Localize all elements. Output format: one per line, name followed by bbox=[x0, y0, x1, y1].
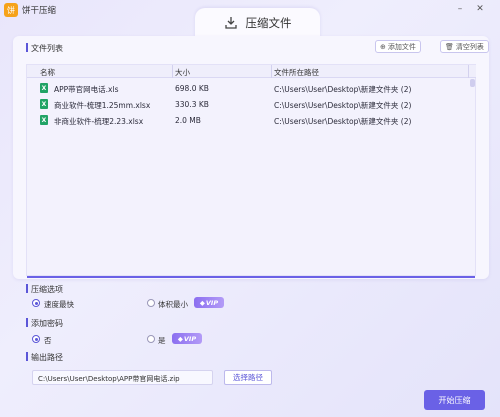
compress-options-label: 压缩选项 bbox=[31, 285, 63, 294]
file-name: 非商业软件-梳理2.23.xlsx bbox=[54, 117, 144, 126]
choose-path-button[interactable]: 选择路径 bbox=[224, 370, 272, 385]
file-size: 2.0 MB bbox=[175, 116, 201, 125]
table-header: 名称 大小 文件所在路径 bbox=[27, 65, 476, 78]
table-row[interactable]: X 商业软件-梳理1.25mm.xlsx 330.3 KB C:\Users\U… bbox=[27, 96, 476, 112]
add-file-label: 添加文件 bbox=[387, 42, 416, 51]
file-path: C:\Users\User\Desktop\新建文件夹 (2) bbox=[274, 101, 412, 110]
password-label: 添加密码 bbox=[31, 319, 63, 328]
app-title: 饼干压缩 bbox=[22, 6, 57, 16]
speed-fastest-label[interactable]: 速度最快 bbox=[44, 299, 74, 310]
column-divider[interactable] bbox=[271, 65, 272, 78]
file-name: APP带官网电话.xls bbox=[54, 85, 119, 94]
file-list-label: 文件列表 bbox=[31, 44, 63, 53]
output-path-label: 输出路径 bbox=[31, 353, 63, 362]
tab-compress-file[interactable]: 压缩文件 bbox=[195, 8, 320, 38]
column-name[interactable]: 名称 bbox=[40, 67, 55, 78]
password-no-label[interactable]: 否 bbox=[44, 335, 52, 346]
column-path[interactable]: 文件所在路径 bbox=[274, 67, 319, 78]
password-yes-radio[interactable] bbox=[147, 335, 155, 343]
vip-badge: ◆ VIP bbox=[172, 333, 202, 344]
add-file-button[interactable]: ⊕ 添加文件 bbox=[375, 40, 421, 53]
app-logo-icon: 饼 bbox=[4, 3, 18, 17]
column-divider bbox=[468, 65, 469, 78]
section-marker bbox=[26, 284, 28, 293]
start-compress-button[interactable]: 开始压缩 bbox=[424, 390, 485, 410]
size-smallest-radio[interactable] bbox=[147, 299, 155, 307]
column-size[interactable]: 大小 bbox=[175, 67, 190, 78]
section-marker bbox=[26, 352, 28, 361]
vip-label: VIP bbox=[183, 334, 197, 343]
password-yes-label[interactable]: 是 bbox=[158, 335, 166, 346]
compress-file-icon bbox=[224, 17, 237, 29]
file-path: C:\Users\User\Desktop\新建文件夹 (2) bbox=[274, 85, 412, 94]
plus-icon: ⊕ bbox=[380, 42, 386, 51]
vip-badge: ◆ VIP bbox=[194, 297, 224, 308]
minimize-icon[interactable]: – bbox=[454, 4, 466, 14]
section-marker bbox=[26, 43, 28, 52]
progress-bar bbox=[27, 276, 475, 278]
file-size: 698.0 KB bbox=[175, 84, 209, 93]
file-size: 330.3 KB bbox=[175, 100, 209, 109]
output-path-input[interactable]: C:\Users\User\Desktop\APP带官网电话.zip bbox=[32, 370, 213, 385]
trash-icon: 🗑 bbox=[445, 42, 454, 51]
diamond-icon: ◆ bbox=[177, 334, 183, 343]
speed-fastest-radio[interactable] bbox=[32, 299, 40, 307]
tab-label: 压缩文件 bbox=[245, 16, 292, 30]
section-marker bbox=[26, 318, 28, 327]
file-path: C:\Users\User\Desktop\新建文件夹 (2) bbox=[274, 117, 412, 126]
table-row[interactable]: X APP带官网电话.xls 698.0 KB C:\Users\User\De… bbox=[27, 80, 476, 96]
clear-list-label: 清空列表 bbox=[455, 42, 484, 51]
password-no-radio[interactable] bbox=[32, 335, 40, 343]
excel-file-icon: X bbox=[40, 83, 48, 93]
clear-list-button[interactable]: 🗑 清空列表 bbox=[440, 40, 489, 53]
file-table: 名称 大小 文件所在路径 X APP带官网电话.xls 698.0 KB C:\… bbox=[26, 64, 476, 276]
diamond-icon: ◆ bbox=[199, 298, 205, 307]
file-name: 商业软件-梳理1.25mm.xlsx bbox=[54, 101, 151, 110]
size-smallest-label[interactable]: 体积最小 bbox=[158, 299, 188, 310]
table-row[interactable]: X 非商业软件-梳理2.23.xlsx 2.0 MB C:\Users\User… bbox=[27, 112, 476, 128]
column-divider[interactable] bbox=[172, 65, 173, 78]
close-icon[interactable]: ✕ bbox=[474, 4, 486, 14]
excel-file-icon: X bbox=[40, 99, 48, 109]
vip-label: VIP bbox=[205, 298, 219, 307]
excel-file-icon: X bbox=[40, 115, 48, 125]
